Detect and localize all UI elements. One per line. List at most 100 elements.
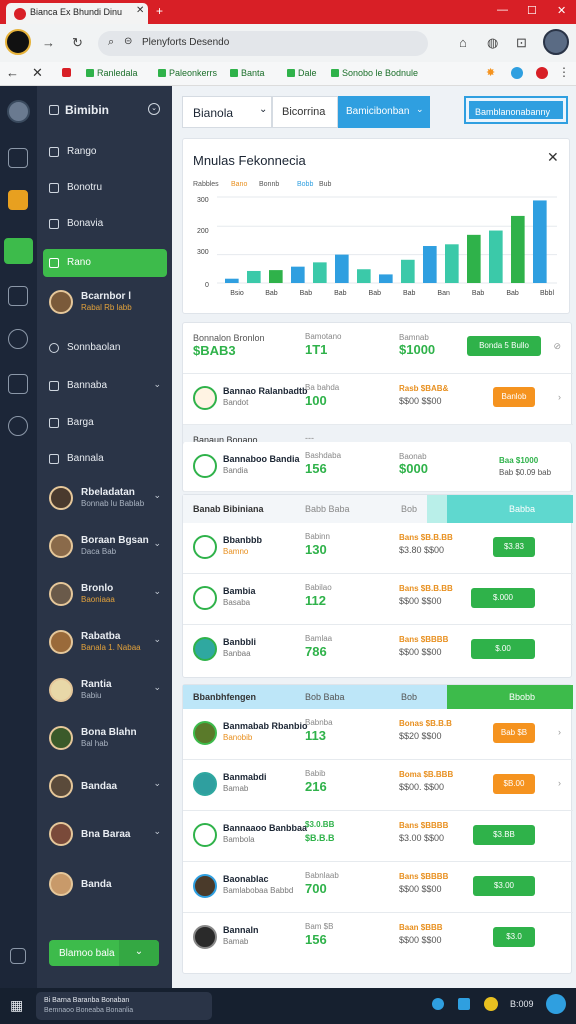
row-action-button[interactable]: $3.0 [493,927,535,947]
chart-bar[interactable] [511,215,525,283]
sidebar-item[interactable]: Barga [43,408,167,438]
bookmark-item[interactable]: Sonobo le Bodnule [331,68,418,78]
sidebar-person[interactable]: Rbeladatan Bonnab lu Bablab ⌄ [43,482,167,516]
chart-bar[interactable] [357,269,371,283]
clock-icon[interactable] [8,329,28,349]
browser-tab[interactable]: Bianca Ex Bhundi Dinu [6,3,148,24]
view-select[interactable]: Bianola ⌄ [182,96,272,128]
minimize-icon[interactable]: — [497,4,508,16]
row-action-button[interactable]: $3.BB [473,825,535,845]
row-action-button[interactable]: Banlob [493,387,535,407]
row-action-button[interactable]: $B.00 [493,774,535,794]
close-icon[interactable]: ✕ [547,149,559,166]
site-info-icon[interactable]: ⊝ [124,36,132,47]
sidebar-item[interactable]: Bonotru [43,173,167,203]
url-input[interactable]: ⌕ ⊝ Plenyforts Desendo [98,31,428,56]
tab-2[interactable]: Bicorrina [272,96,338,128]
row-action-button[interactable]: $3.83 [493,537,535,557]
settings-icon[interactable] [8,416,28,436]
sidebar-person[interactable]: Bronlo Baoniaaa ⌄ [43,578,167,612]
sidebar-person[interactable]: Boraan Bgsan Daca Bab ⌄ [43,530,167,564]
table-row[interactable]: Banbbli Banbaa Bamlaa 786 Bans $BBBB $$0… [183,625,573,676]
maximize-icon[interactable]: ☐ [527,4,537,17]
chart-bar[interactable] [467,234,481,283]
sidebar-item[interactable]: Rango [43,137,167,167]
sidebar-person[interactable]: Rantia Babiu ⌄ [43,674,167,708]
sidebar-item[interactable]: Bonavia [43,209,167,239]
stop-icon[interactable]: ✕ [32,65,43,81]
chart-bar[interactable] [335,254,349,283]
chart-bar[interactable] [247,270,261,283]
table-row[interactable]: Bambia Basaba Babilao 112 Bans $B.B.BB $… [183,574,573,625]
lock-icon[interactable]: ⊡ [516,35,527,51]
notification-icon[interactable] [546,994,566,1014]
calendar-icon[interactable] [8,374,28,394]
chevron-right-icon[interactable]: › [558,727,561,737]
row-action-button[interactable]: $.000 [471,588,535,608]
alert-icon[interactable] [536,67,548,79]
chart-bar[interactable] [269,270,283,283]
sidebar-item[interactable]: Bannaba ⌄ [43,371,167,401]
bookmark-item[interactable]: Banta [230,68,265,78]
window-close-icon[interactable]: ✕ [557,4,566,17]
link-icon[interactable]: ⊘ [553,341,561,352]
sidebar-person[interactable]: Bandaa ⌄ [43,770,167,804]
chart-bar[interactable] [445,244,459,283]
new-tab-icon[interactable]: + [156,4,163,18]
store-icon[interactable] [458,998,470,1010]
home-icon[interactable] [8,148,28,168]
folder-icon[interactable] [8,190,28,210]
row-action-button[interactable]: $.00 [471,639,535,659]
sidebar-collapse-icon[interactable]: ⌄ [148,103,160,115]
table-row[interactable]: Banmabab Rbanbio Banobib Babnba 113 Bona… [183,709,573,760]
primary-action-button[interactable]: Bamblanonabanny [469,101,563,119]
table-row[interactable]: Bannaboo Bandia Bandia Bashdaba 156 Baon… [183,442,573,492]
reload-icon[interactable]: ↻ [72,35,83,51]
chart-icon[interactable] [8,286,28,306]
chart-bar[interactable] [489,230,503,283]
weather-icon[interactable] [484,997,498,1011]
profile-logo-icon[interactable] [5,29,31,55]
sync-icon[interactable] [511,67,523,79]
table-row[interactable]: Bannaaoo Banbbaa Bambola $3.0.BB $B.B.B … [183,811,573,862]
windows-grid-icon[interactable]: ▦ [10,997,23,1014]
sidebar-item[interactable]: Bannala [43,444,167,474]
sidebar-person[interactable]: Bona Blahn Bal hab [43,722,167,756]
table-row[interactable]: Bonnalon Bronlon $BAB3 Bamotano 1T1 Bamn… [183,323,573,374]
user-avatar[interactable] [543,29,569,55]
cta-chevron-icon[interactable]: ⌄ [119,940,159,966]
tab-close-icon[interactable]: ✕ [136,5,144,16]
chart-bar[interactable] [379,274,393,283]
star-icon[interactable]: ✸ [486,66,495,79]
sidebar-item-active[interactable]: Rano [43,249,167,277]
sidebar-person[interactable]: Banda [43,868,167,902]
home-icon[interactable]: ⌂ [459,35,467,50]
row-action-button[interactable]: Bonda 5 Bullo [467,336,541,356]
row-action-button[interactable]: Bab $B [493,723,535,743]
chart-bar[interactable] [533,200,547,283]
bookmark-red-icon[interactable] [62,68,71,77]
bookmark-item[interactable]: Ranledala [86,68,138,78]
forward-icon[interactable]: → [42,35,55,50]
bookmark-item[interactable]: Dale [287,68,317,78]
menu-kebab-icon[interactable]: ⋮ [558,65,570,79]
chart-bar[interactable] [291,266,305,283]
dashboard-icon[interactable] [4,238,33,264]
extension-icon[interactable]: ◍ [487,35,498,51]
table-row[interactable]: Bannao Ralanbadtb Bandot Ba bahda 100 Ra… [183,374,573,425]
tab-3-active[interactable]: Bamicibonban ⌄ [338,96,430,128]
app-icon[interactable] [432,998,444,1010]
chart-bar[interactable] [401,259,415,283]
grid-icon[interactable] [10,948,26,964]
chart-bar[interactable] [313,262,327,283]
table-row[interactable]: Baonablac Bamlabobaa Babbd Babnlaab 700 … [183,862,573,913]
chevron-right-icon[interactable]: › [558,778,561,788]
taskbar-search[interactable]: Bi Barna Baranba Bonaban Bemnaoo Boneaba… [36,992,212,1020]
sidebar-cta-button[interactable]: Blamoo bala ⌄ [49,940,159,966]
sidebar-item[interactable]: Sonnbaolan [43,333,167,363]
sidebar-person[interactable]: Bcarnbor l Rabal Rb labb [43,286,167,320]
bookmark-item[interactable]: Paleonkerrs [158,68,217,78]
row-action-button[interactable]: $3.00 [473,876,535,896]
chart-bar[interactable] [423,246,437,283]
chevron-right-icon[interactable]: › [558,392,561,402]
